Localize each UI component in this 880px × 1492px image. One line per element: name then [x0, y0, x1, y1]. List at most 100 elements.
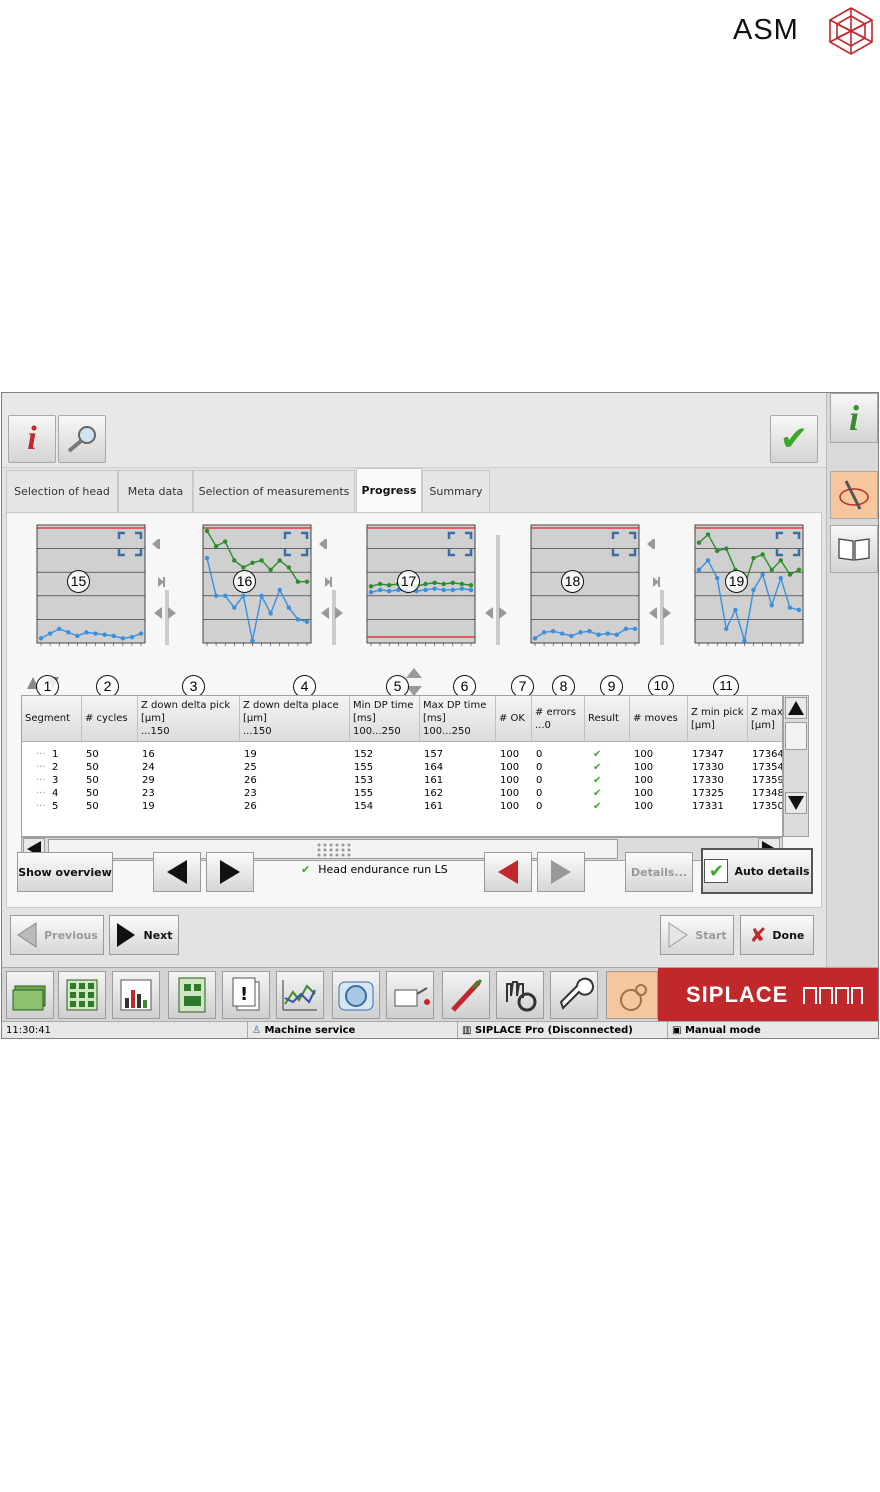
confirm-button[interactable]: ✔ [770, 415, 818, 463]
progress-chart-2[interactable]: 16 [183, 519, 313, 669]
task-money-stack[interactable] [6, 971, 54, 1019]
show-overview-button[interactable]: Show overview [17, 852, 113, 892]
task-camera[interactable] [332, 971, 380, 1019]
info-button[interactable]: i [8, 415, 56, 463]
chart-point [377, 581, 383, 587]
column-header[interactable]: Segment [22, 696, 82, 742]
table-row[interactable]: 5 50 19 26 154 161 100 0 ✔ 100 17331 17350 ··· [22, 800, 782, 813]
chart-point [696, 567, 702, 573]
done-button[interactable]: ✘ Done [740, 915, 814, 955]
search-button[interactable] [58, 415, 106, 463]
auto-details-checkbox[interactable]: ✔ [704, 859, 729, 883]
column-header[interactable]: # cycles [82, 696, 138, 742]
chart-point [724, 546, 729, 551]
task-oil[interactable] [386, 971, 434, 1019]
diagnostics-button[interactable] [830, 471, 878, 519]
task-trend[interactable] [276, 971, 324, 1019]
next-button[interactable]: Next [109, 915, 179, 955]
task-board[interactable] [168, 971, 216, 1019]
table-row[interactable]: 3 50 29 26 153 161 100 0 ✔ 100 17330 17359 ··· [22, 774, 782, 787]
column-header[interactable]: Z min pick [µm] [688, 696, 748, 742]
task-diagnostics[interactable] [606, 971, 658, 1019]
table-row[interactable]: 2 50 24 25 155 164 100 0 ✔ 100 17330 17354 ··· [22, 761, 782, 774]
start-label: Start [695, 928, 727, 942]
start-arrow-icon [668, 922, 689, 948]
column-header[interactable]: Result [585, 696, 630, 742]
chart-point [295, 579, 301, 584]
table-row[interactable]: 1 50 16 19 152 157 100 0 ✔ 100 17347 17364 ··· [22, 748, 782, 761]
previous-button[interactable]: Previous [10, 915, 104, 955]
result-ok-icon: ✔ [593, 749, 602, 760]
task-statistics[interactable] [112, 971, 160, 1019]
progress-chart-3[interactable]: 17 [347, 519, 477, 669]
status-user: ♙ Machine service [248, 1022, 458, 1038]
manual-button[interactable] [830, 525, 878, 573]
splitter-4[interactable] [647, 535, 673, 645]
chart-point [541, 630, 547, 635]
column-header[interactable]: Z down delta place [µm] ...150 [240, 696, 350, 742]
table-cell: 100 [500, 801, 520, 812]
table-cell: 153 [354, 775, 374, 786]
status-time: 11:30:41 [2, 1022, 248, 1038]
tab-selection-of-measurements[interactable]: Selection of measurements [193, 470, 355, 512]
chart-callout: 17 [397, 570, 420, 593]
next-measurement-button[interactable] [537, 852, 585, 892]
chart-point [733, 607, 738, 613]
green-info-icon: i [848, 398, 859, 438]
scroll-down-button[interactable] [785, 792, 807, 814]
mode-icon: ▣ [672, 1025, 682, 1036]
checkmark-icon: ✔ [779, 419, 809, 459]
column-header[interactable]: # errors ...0 [532, 696, 585, 742]
task-service[interactable] [550, 971, 598, 1019]
table-row[interactable]: 4 50 23 23 155 162 100 0 ✔ 100 17325 17348 ··· [22, 787, 782, 800]
chart-point [250, 638, 255, 643]
next-segment-button[interactable] [206, 852, 254, 892]
task-hand-setup[interactable] [496, 971, 544, 1019]
splitter-2[interactable] [319, 535, 345, 645]
task-grid-view[interactable] [58, 971, 106, 1019]
help-button[interactable]: i [830, 393, 878, 443]
chart-point [787, 572, 793, 577]
scroll-up-button[interactable] [785, 697, 807, 719]
table-vertical-scrollbar[interactable] [783, 695, 809, 837]
previous-segment-button[interactable] [153, 852, 201, 892]
previous-measurement-button[interactable] [484, 852, 532, 892]
table-cell: 50 [86, 775, 99, 786]
column-header[interactable]: Min DP time [ms] 100...250 [350, 696, 420, 742]
task-tools[interactable] [442, 971, 490, 1019]
table-cell: 100 [634, 801, 654, 812]
tab-summary[interactable]: Summary [422, 470, 490, 512]
table-cell: 19 [142, 801, 155, 812]
details-button[interactable]: Details... [625, 852, 693, 892]
svg-text:!: ! [240, 984, 248, 1005]
column-header[interactable]: Z down delta pick [µm] ...150 [138, 696, 240, 742]
table-cell: 23 [244, 788, 257, 799]
segment-table[interactable]: Segment # cycles Z down delta pick [µm] ..… [21, 695, 783, 837]
tab-meta-data[interactable]: Meta data [118, 470, 193, 512]
progress-chart-5[interactable]: 19 [675, 519, 805, 669]
chart-point [259, 558, 264, 563]
tab-selection-of-head[interactable]: Selection of head [6, 470, 118, 512]
triangle-right-icon [220, 860, 240, 884]
progress-chart-4[interactable]: 18 [511, 519, 641, 669]
siplace-waveform-icon [803, 987, 864, 1004]
chart-point [578, 630, 583, 635]
column-header[interactable]: # moves [630, 696, 688, 742]
tab-progress[interactable]: Progress [356, 468, 422, 512]
task-messages[interactable]: ! [222, 971, 270, 1019]
chart-point [38, 636, 44, 641]
chart-point [111, 633, 116, 639]
start-button[interactable]: Start [660, 915, 734, 955]
table-cell: 161 [424, 775, 444, 786]
splitter-1[interactable] [152, 535, 178, 645]
splitter-3[interactable] [483, 535, 509, 645]
vertical-scroll-thumb[interactable] [785, 722, 807, 750]
status-connection-text: SIPLACE Pro (Disconnected) [474, 1025, 633, 1036]
column-header[interactable]: Max DP time [ms] 100...250 [420, 696, 496, 742]
progress-chart-1[interactable]: 15 [17, 519, 147, 669]
column-header[interactable]: Z max [µm] [748, 696, 782, 742]
horizontal-scroll-thumb[interactable] [48, 839, 618, 859]
auto-details-toggle[interactable]: ✔ Auto details [701, 848, 813, 894]
column-header[interactable]: # OK [496, 696, 532, 742]
chart-point [93, 631, 98, 636]
